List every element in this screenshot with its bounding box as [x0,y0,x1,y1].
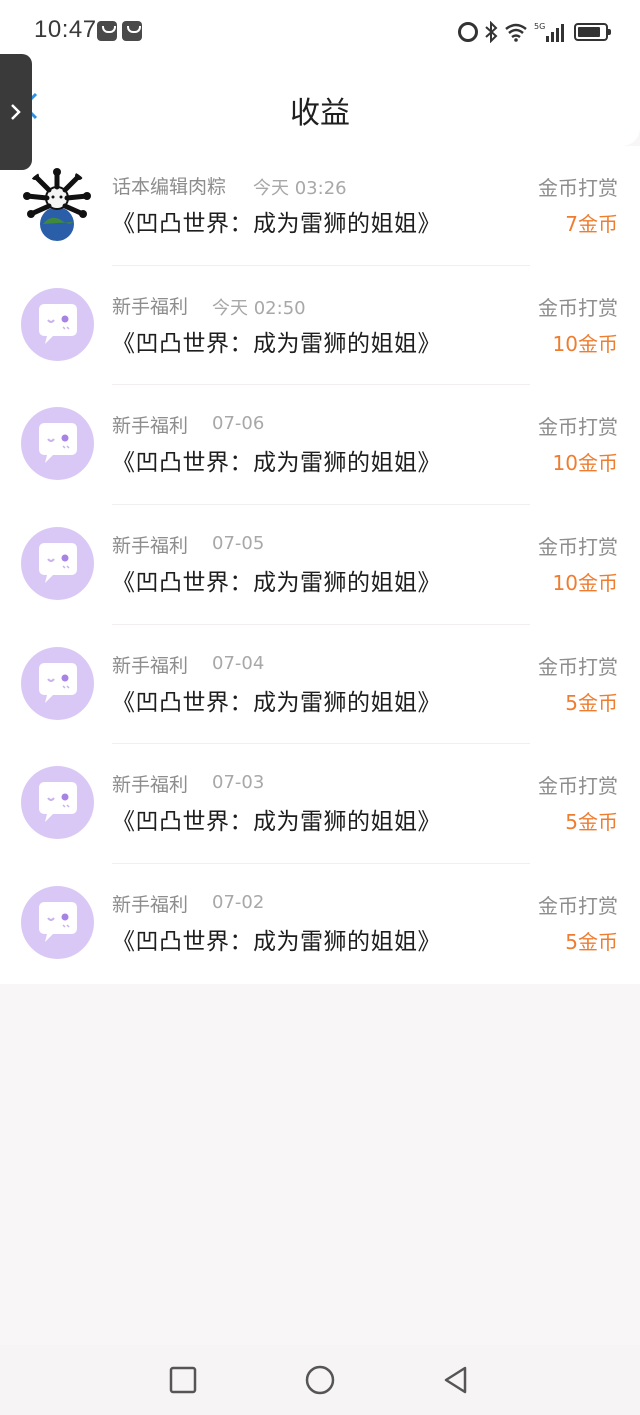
system-icons: 5G [458,18,611,46]
income-row[interactable]: 新手福利 07-03 《凹凸世界：成为雷狮的姐姐》 金币打赏 5金币 [0,744,640,865]
side-panel-handle[interactable] [0,54,32,170]
row-income-type: 金币打赏 [538,415,618,440]
system-avatar-bubble-icon [21,287,94,361]
wifi-icon [505,23,527,42]
row-time: 07-02 [212,892,265,914]
row-sender: 新手福利 [112,295,189,318]
back-icon[interactable] [440,1365,470,1395]
user-avatar [21,168,94,241]
row-time: 今天 02:50 [212,297,306,319]
row-sender: 话本编辑肉粽 [112,176,227,198]
signal-5g-icon: 5G [534,22,564,42]
header: 收益 [0,64,640,146]
system-avatar-bubble-icon [21,766,94,840]
row-amount: 7金币 [565,212,618,236]
row-time: 07-03 [212,772,265,794]
system-avatar-bubble-icon [21,886,94,960]
row-income-type: 金币打赏 [538,176,618,200]
row-book-title: 《凹凸世界：成为雷狮的姐姐》 [112,450,441,477]
income-row[interactable]: 新手福利 07-02 《凹凸世界：成为雷狮的姐姐》 金币打赏 5金币 [0,864,640,984]
system-avatar-bubble-icon [21,527,94,601]
row-time: 07-06 [212,413,265,435]
alarm-icon [458,22,478,42]
row-time: 今天 03:26 [253,178,347,199]
row-sender: 新手福利 [112,535,189,558]
bluetooth-icon [485,21,498,43]
row-amount: 10金币 [552,331,618,356]
row-sender: 新手福利 [112,654,189,677]
row-time: 07-04 [212,652,265,674]
row-income-type: 金币打赏 [538,894,618,919]
income-list: 话本编辑肉粽 今天 03:26 《凹凸世界：成为雷狮的姐姐》 金币打赏 7金币 新手福利今… [0,146,640,984]
recent-apps-icon[interactable] [168,1365,198,1395]
row-amount: 10金币 [552,451,618,476]
system-avatar-bubble-icon [21,646,94,720]
row-book-title: 《凹凸世界：成为雷狮的姐姐》 [112,809,441,836]
svg-text:5G: 5G [534,22,545,31]
row-book-title: 《凹凸世界：成为雷狮的姐姐》 [112,211,441,237]
row-income-type: 金币打赏 [538,654,618,679]
income-row[interactable]: 新手福利 今天 02:50 《凹凸世界：成为雷狮的姐姐》 金币打赏 10金币 [0,266,640,386]
row-time: 07-05 [212,533,265,555]
row-book-title: 《凹凸世界：成为雷狮的姐姐》 [112,929,441,956]
row-amount: 5金币 [565,930,618,955]
row-amount: 10金币 [552,571,618,596]
notification-icon [122,21,142,41]
row-income-type: 金币打赏 [538,774,618,799]
system-avatar-bubble-icon [21,407,94,481]
income-row[interactable]: 话本编辑肉粽 今天 03:26 《凹凸世界：成为雷狮的姐姐》 金币打赏 7金币 [0,146,640,266]
chevron-right-icon [11,104,21,120]
row-amount: 5金币 [565,690,618,715]
income-row[interactable]: 新手福利 07-06 《凹凸世界：成为雷狮的姐姐》 金币打赏 10金币 [0,385,640,506]
row-sender: 新手福利 [112,774,189,797]
page-title: 收益 [290,96,350,131]
status-bar: 10:47 5G [0,0,640,64]
row-income-type: 金币打赏 [538,295,618,320]
income-row[interactable]: 新手福利 07-05 《凹凸世界：成为雷狮的姐姐》 金币打赏 10金币 [0,505,640,625]
income-row[interactable]: 新手福利 07-04 《凹凸世界：成为雷狮的姐姐》 金币打赏 5金币 [0,625,640,745]
row-book-title: 《凹凸世界：成为雷狮的姐姐》 [112,570,441,597]
row-income-type: 金币打赏 [538,535,618,560]
notification-icon [97,21,117,41]
row-amount: 5金币 [565,810,618,835]
row-sender: 新手福利 [112,894,189,917]
status-time: 10:47 [34,16,97,43]
home-icon[interactable] [305,1365,335,1395]
row-sender: 新手福利 [112,415,189,438]
row-book-title: 《凹凸世界：成为雷狮的姐姐》 [112,689,441,716]
battery-icon [574,23,611,41]
system-nav-bar [0,1345,640,1415]
row-book-title: 《凹凸世界：成为雷狮的姐姐》 [112,330,441,357]
